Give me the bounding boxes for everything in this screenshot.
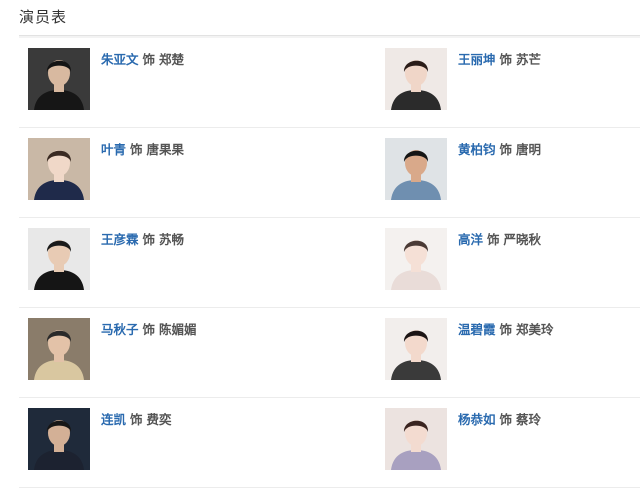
- section-title: 演员表: [19, 8, 68, 26]
- cast-row: 王彦霖饰苏畅 高洋饰严晓秋: [19, 218, 640, 308]
- actor-photo[interactable]: [28, 48, 90, 110]
- role-name: 郑美玲: [516, 322, 554, 337]
- as-label: 饰: [487, 232, 500, 247]
- cast-credit: 杨恭如饰蔡玲: [458, 409, 541, 428]
- portrait-image: [28, 138, 90, 200]
- actor-name-link[interactable]: 温碧霞: [458, 322, 496, 337]
- actor-photo[interactable]: [385, 48, 447, 110]
- actor-name-link[interactable]: 高洋: [458, 232, 483, 247]
- portrait-image: [385, 408, 447, 470]
- actor-photo[interactable]: [385, 318, 447, 380]
- actor-name-link[interactable]: 黄柏钧: [458, 142, 496, 157]
- actor-photo[interactable]: [385, 228, 447, 290]
- portrait-image: [28, 408, 90, 470]
- role-name: 陈媚媚: [159, 322, 197, 337]
- cast-credit: 马秋子饰陈媚媚: [101, 319, 197, 338]
- as-label: 饰: [499, 412, 513, 427]
- role-name: 蔡玲: [516, 412, 542, 427]
- cast-credit: 黄柏钧饰唐明: [458, 139, 541, 158]
- portrait-image: [28, 228, 90, 290]
- actor-photo[interactable]: [28, 408, 90, 470]
- cast-row: 朱亚文饰郑楚 王丽坤饰苏芒: [19, 38, 640, 128]
- portrait-image: [385, 48, 447, 110]
- role-name: 唐果果: [146, 142, 185, 157]
- portrait-image: [385, 138, 447, 200]
- portrait-image: [28, 318, 90, 380]
- as-label: 饰: [130, 412, 143, 427]
- portrait-image: [28, 48, 90, 110]
- as-label: 饰: [499, 142, 513, 157]
- as-label: 饰: [499, 52, 513, 67]
- cast-row: 马秋子饰陈媚媚 温碧霞饰郑美玲: [19, 308, 640, 398]
- actor-name-link[interactable]: 杨恭如: [458, 412, 496, 427]
- actor-photo[interactable]: [385, 408, 447, 470]
- portrait-image: [385, 318, 447, 380]
- cast-credit: 连凯饰费奕: [101, 409, 172, 428]
- actor-photo[interactable]: [385, 138, 447, 200]
- cast-page: 演员表 朱亚文饰郑楚 王丽坤饰苏芒 叶青饰唐果果 黄柏钧 饰 唐明 王彦霖 饰 …: [0, 0, 640, 493]
- actor-photo[interactable]: [28, 138, 90, 200]
- actor-photo[interactable]: [28, 318, 90, 380]
- actor-name-link[interactable]: 王彦霖: [101, 232, 139, 247]
- role-name: 郑楚: [159, 52, 185, 67]
- role-name: 苏畅: [159, 232, 185, 247]
- actor-name-link[interactable]: 王丽坤: [458, 52, 496, 67]
- as-label: 饰: [142, 52, 156, 67]
- as-label: 饰: [142, 322, 156, 337]
- cast-credit: 王丽坤饰苏芒: [458, 49, 541, 68]
- actor-photo[interactable]: [28, 228, 90, 290]
- actor-name-link[interactable]: 朱亚文: [101, 52, 139, 67]
- as-label: 饰: [142, 232, 156, 247]
- cast-row: 连凯饰费奕 杨恭如饰蔡玲: [19, 398, 640, 488]
- as-label: 饰: [499, 322, 513, 337]
- role-name: 唐明: [516, 142, 542, 157]
- cast-credit: 王彦霖饰苏畅: [101, 229, 184, 248]
- actor-name-link[interactable]: 连凯: [101, 412, 126, 427]
- cast-credit: 温碧霞饰郑美玲: [458, 319, 554, 338]
- cast-credit: 高洋饰严晓秋: [458, 229, 541, 248]
- as-label: 饰: [130, 142, 143, 157]
- actor-name-link[interactable]: 叶青: [101, 142, 126, 157]
- cast-credit: 朱亚文饰郑楚: [101, 49, 184, 68]
- portrait-image: [385, 228, 447, 290]
- role-name: 费奕: [146, 412, 172, 427]
- role-name: 严晓秋: [503, 232, 542, 247]
- cast-grid: 朱亚文饰郑楚 王丽坤饰苏芒 叶青饰唐果果 黄柏钧饰唐明 王彦霖 饰 苏畅 高洋 …: [19, 38, 640, 488]
- actor-name-link[interactable]: 马秋子: [101, 322, 139, 337]
- role-name: 苏芒: [516, 52, 542, 67]
- cast-row: 叶青饰唐果果 黄柏钧饰唐明: [19, 128, 640, 218]
- cast-credit: 叶青饰唐果果: [101, 139, 184, 158]
